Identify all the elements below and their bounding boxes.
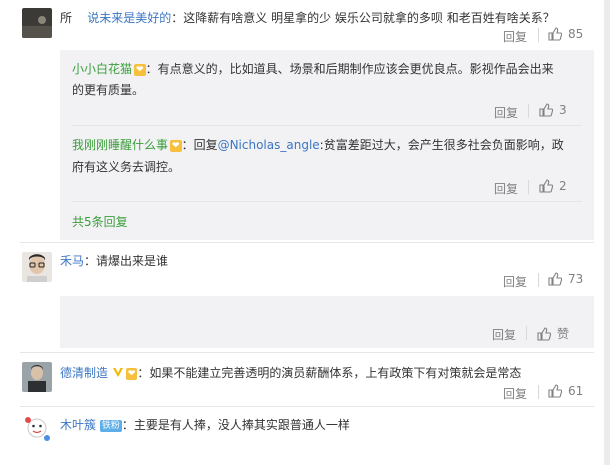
reply-word: ：回复 bbox=[181, 138, 218, 152]
vip-badge: ❤ bbox=[170, 140, 182, 152]
thumbs-up-icon bbox=[537, 327, 552, 341]
thumbs-up-icon bbox=[548, 27, 563, 41]
comment-line: 禾马：请爆出来是谁 bbox=[60, 252, 168, 269]
comment-username[interactable]: 木叶簇 bbox=[60, 418, 96, 432]
divider bbox=[538, 385, 539, 399]
reply-line: 我刚刚睡醒什么事 ❤ ：回复@Nicholas_angle:贫富差距过大，会产生很多… bbox=[72, 136, 564, 153]
reply-line: 小小白花猫 ❤ ：有点意义的，比如道具、场景和后期制作应该会更优良点。影视作品会出来 bbox=[72, 60, 554, 77]
fan-badge: 铁粉 bbox=[99, 420, 122, 432]
like-count: 3 bbox=[559, 103, 567, 117]
like-button[interactable]: 赞 bbox=[537, 325, 569, 342]
reply-button[interactable]: 回复 bbox=[503, 273, 527, 290]
comment-line: 所 说未来是美好的：这降薪有啥意义 明星拿的少 娱乐公司就拿的多呗 和老百姓有啥… bbox=[60, 9, 555, 26]
like-button[interactable]: 85 bbox=[548, 27, 583, 41]
reply-button[interactable]: 回复 bbox=[494, 180, 518, 197]
comment-text: ：请爆出来是谁 bbox=[84, 254, 169, 268]
avatar[interactable] bbox=[22, 252, 52, 282]
like-count: 61 bbox=[568, 384, 584, 398]
comment-prefix: 所 bbox=[60, 11, 73, 25]
scrollbar[interactable] bbox=[604, 0, 610, 465]
like-label: 赞 bbox=[557, 327, 570, 341]
comment-divider bbox=[20, 406, 594, 407]
like-button[interactable]: 73 bbox=[548, 272, 583, 286]
comment-username[interactable]: 德清制造 bbox=[60, 366, 108, 380]
verified-icon bbox=[112, 368, 123, 377]
avatar[interactable] bbox=[22, 8, 52, 38]
divider bbox=[528, 180, 529, 194]
comment-username[interactable]: 说未来是美好的 bbox=[87, 11, 171, 25]
vip-badge: ❤ bbox=[125, 368, 138, 380]
divider bbox=[528, 104, 529, 118]
reply-button[interactable]: 回复 bbox=[492, 326, 516, 343]
like-count: 2 bbox=[559, 179, 567, 193]
vip-badge: ❤ bbox=[134, 64, 146, 76]
reply-button[interactable]: 回复 bbox=[503, 385, 527, 402]
comment-username[interactable]: 禾马 bbox=[60, 254, 84, 268]
reply-button[interactable]: 回复 bbox=[494, 104, 518, 121]
comment-divider bbox=[20, 352, 594, 353]
reply-button[interactable]: 回复 bbox=[503, 28, 527, 45]
like-count: 73 bbox=[568, 272, 584, 286]
thumbs-up-icon bbox=[548, 272, 563, 286]
avatar[interactable] bbox=[22, 414, 52, 444]
comment-divider bbox=[20, 242, 594, 243]
comment-text: ：这降薪有啥意义 明星拿的少 娱乐公司就拿的多呗 和老百姓有啥关系？ bbox=[171, 11, 555, 25]
reply-divider bbox=[72, 201, 582, 202]
reply-username[interactable]: 我刚刚睡醒什么事 bbox=[72, 138, 168, 152]
reply-username[interactable]: 小小白花猫 bbox=[72, 62, 132, 76]
mention-link[interactable]: @Nicholas_angle bbox=[218, 138, 320, 152]
like-button[interactable]: 2 bbox=[539, 179, 567, 193]
more-replies-link[interactable]: 共5条回复 bbox=[72, 213, 128, 230]
reply-divider bbox=[72, 125, 582, 126]
divider bbox=[538, 273, 539, 287]
reply-text-cont: 的更有质量。 bbox=[72, 83, 145, 97]
comment-text: ：如果不能建立完善透明的演员薪酬体系，上有政策下有对策就会是常态 bbox=[137, 366, 522, 380]
reply-text: :贫富差距过大，会产生很多社会负面影响，政 bbox=[319, 138, 564, 152]
reply-text-cont: 府有这义务去调控。 bbox=[72, 160, 181, 174]
thumbs-up-icon bbox=[548, 384, 563, 398]
like-count: 85 bbox=[568, 27, 584, 41]
avatar[interactable] bbox=[22, 362, 52, 392]
like-button[interactable]: 61 bbox=[548, 384, 583, 398]
comment-text: ：主要是有人捧，没人捧其实跟普通人一样 bbox=[121, 418, 350, 432]
divider bbox=[526, 326, 527, 340]
reply-text: ：有点意义的，比如道具、场景和后期制作应该会更优良点。影视作品会出来 bbox=[145, 62, 554, 76]
like-button[interactable]: 3 bbox=[539, 103, 567, 117]
comment-line: 木叶簇 铁粉 ：主要是有人捧，没人捧其实跟普通人一样 bbox=[60, 416, 350, 433]
thumbs-up-icon bbox=[539, 103, 554, 117]
thumbs-up-icon bbox=[539, 179, 554, 193]
comment-line: 德清制造 ❤ ：如果不能建立完善透明的演员薪酬体系，上有政策下有对策就会是常态 bbox=[60, 364, 521, 381]
divider bbox=[538, 28, 539, 42]
